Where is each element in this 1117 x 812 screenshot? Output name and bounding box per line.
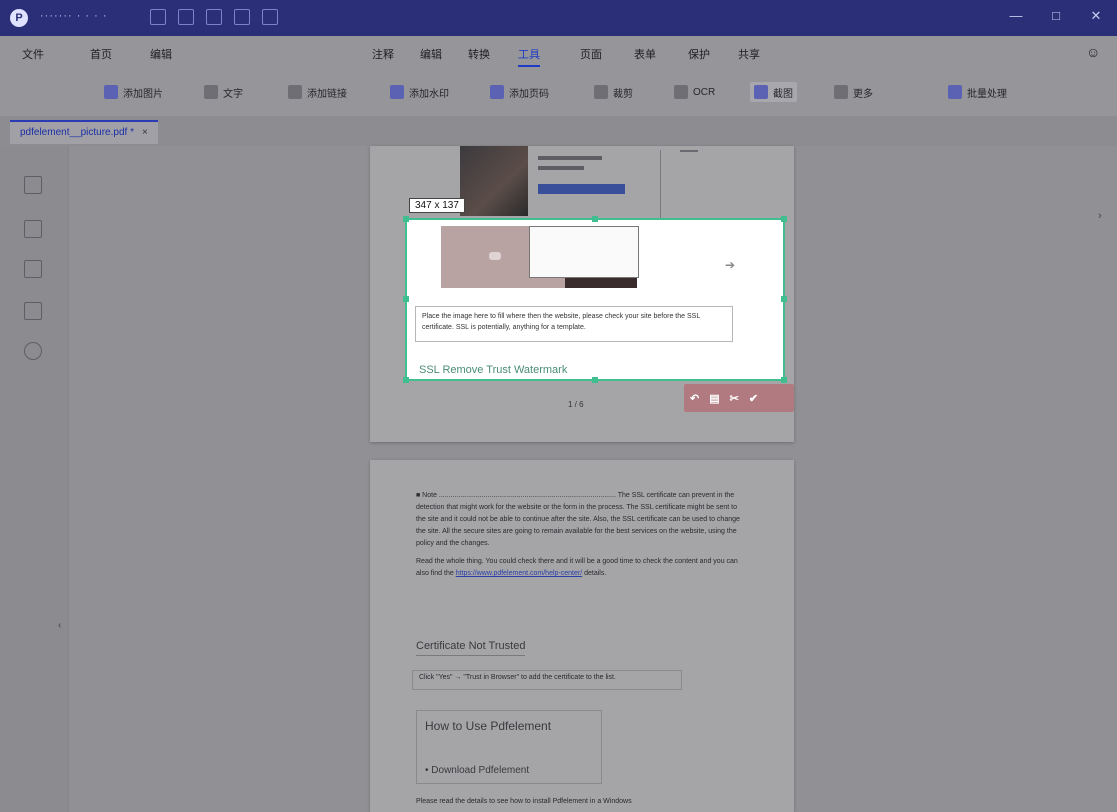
menu-convert[interactable]: 转换 xyxy=(468,46,490,62)
sidebox-line xyxy=(538,166,584,170)
share-icon[interactable] xyxy=(262,9,278,25)
resize-handle[interactable] xyxy=(781,296,787,302)
save-icon[interactable] xyxy=(150,9,166,25)
tab-close-icon[interactable]: × xyxy=(142,127,148,138)
quick-access-toolbar[interactable]: ······· · · · · xyxy=(40,10,108,22)
undo-icon[interactable] xyxy=(206,9,222,25)
menu-tools[interactable]: 工具 xyxy=(518,46,540,67)
resize-handle[interactable] xyxy=(403,377,409,383)
minimize-button[interactable]: — xyxy=(1007,8,1025,24)
screenshot-toolbar: ↶ ▤ ✂ ✔ xyxy=(684,384,794,412)
left-sidebar: ‹ xyxy=(0,146,69,812)
menu-bar: 文件 首页 编辑 注释 编辑 转换 工具 页面 表单 保护 共享 ☺ xyxy=(0,36,1117,70)
section-box: How to Use Pdfelement • Download Pdfelem… xyxy=(416,710,602,784)
page-sidebox xyxy=(538,150,630,210)
pagenum-icon xyxy=(490,85,504,99)
title-bar: P ······· · · · · — □ ✕ xyxy=(0,0,1117,36)
ocr-button[interactable]: OCR xyxy=(670,82,719,102)
resize-handle[interactable] xyxy=(592,216,598,222)
resize-handle[interactable] xyxy=(403,216,409,222)
menu-file[interactable]: 文件 xyxy=(22,46,44,62)
attachment-icon[interactable] xyxy=(24,302,42,320)
selection-dimensions: 347 x 137 xyxy=(409,198,465,213)
resize-handle[interactable] xyxy=(403,296,409,302)
add-text-button[interactable]: 文字 xyxy=(200,82,247,102)
close-button[interactable]: ✕ xyxy=(1087,8,1105,24)
expand-right-arrow-icon[interactable]: › xyxy=(1098,210,1102,222)
tab-document[interactable]: pdfelement__picture.pdf * × xyxy=(10,120,158,144)
document-tabs: pdfelement__picture.pdf * × xyxy=(0,116,1117,146)
search-icon[interactable] xyxy=(24,342,42,360)
more-icon xyxy=(834,85,848,99)
redo-icon[interactable] xyxy=(234,9,250,25)
menu-edit-2[interactable]: 编辑 xyxy=(420,46,442,62)
confirm-icon[interactable]: ✔ xyxy=(749,392,758,405)
text-icon xyxy=(204,85,218,99)
user-icon[interactable]: ☺ xyxy=(1086,44,1100,60)
tab-document-label: pdfelement__picture.pdf * xyxy=(20,127,134,138)
crop-button[interactable]: 裁剪 xyxy=(590,82,637,102)
menu-home[interactable]: 首页 xyxy=(90,46,112,62)
app-logo-icon: P xyxy=(10,9,28,27)
crop-icon xyxy=(594,85,608,99)
captured-image xyxy=(441,226,639,288)
paragraph: Read the whole thing. You could check th… xyxy=(416,558,738,577)
menu-edit[interactable]: 编辑 xyxy=(150,46,172,62)
resize-handle[interactable] xyxy=(781,216,787,222)
screenshot-icon xyxy=(754,85,768,99)
code-snippet: Click "Yes" → "Trust in Browser" to add … xyxy=(412,670,682,690)
more-button[interactable]: 更多 xyxy=(830,82,877,102)
screenshot-button[interactable]: 截图 xyxy=(750,82,797,102)
bookmark-icon[interactable] xyxy=(24,220,42,238)
link-icon xyxy=(288,85,302,99)
page-dash xyxy=(680,150,698,152)
add-link-button[interactable]: 添加链接 xyxy=(284,82,351,102)
add-image-button[interactable]: 添加图片 xyxy=(100,82,167,102)
screenshot-selection[interactable]: ➔ Place the image here to fill where the… xyxy=(403,216,787,383)
quick-access-icons xyxy=(150,9,278,25)
arrow-icon: ➔ xyxy=(725,258,736,272)
menu-form[interactable]: 表单 xyxy=(634,46,656,62)
page-image-thumbnail[interactable] xyxy=(460,146,528,216)
ssl-link[interactable]: SSL Remove Trust Watermark xyxy=(419,364,567,376)
batch-icon xyxy=(948,85,962,99)
sidebox-line xyxy=(538,156,603,160)
window-controls: — □ ✕ xyxy=(1007,8,1105,24)
add-pagenum-button[interactable]: 添加页码 xyxy=(486,82,553,102)
image-icon xyxy=(104,85,118,99)
thumbnail-icon[interactable] xyxy=(24,176,42,194)
help-link[interactable]: https://www.pdfelement.com/help-center/ xyxy=(456,570,582,577)
comment-panel-icon[interactable] xyxy=(24,260,42,278)
print-icon[interactable] xyxy=(178,9,194,25)
watermark-icon xyxy=(390,85,404,99)
ribbon-toolbar: 添加图片 文字 添加链接 添加水印 添加页码 裁剪 OCR 截图 更多 批量处理 xyxy=(0,70,1117,117)
captured-image-strip xyxy=(565,278,637,288)
menu-share[interactable]: 共享 xyxy=(738,46,760,62)
menu-protect[interactable]: 保护 xyxy=(688,46,710,62)
page-text-block: ■ Note .................................… xyxy=(416,490,742,586)
sidebox-bar xyxy=(538,184,626,194)
maximize-button[interactable]: □ xyxy=(1047,8,1065,24)
add-watermark-button[interactable]: 添加水印 xyxy=(386,82,453,102)
batch-button[interactable]: 批量处理 xyxy=(944,82,1011,102)
collapse-arrow-icon[interactable]: ‹ xyxy=(58,620,61,631)
captured-image-mark xyxy=(489,252,501,260)
menu-page[interactable]: 页面 xyxy=(580,46,602,62)
paragraph: ■ Note .................................… xyxy=(416,492,740,547)
cancel-icon[interactable]: ✂ xyxy=(730,392,739,405)
menu-comment[interactable]: 注释 xyxy=(372,46,394,62)
paragraph: Please read the details to see how to in… xyxy=(416,798,632,805)
undo-icon[interactable]: ↶ xyxy=(690,392,699,405)
resize-handle[interactable] xyxy=(592,377,598,383)
page-number: 1 / 6 xyxy=(568,400,584,409)
captured-quote: Place the image here to fill where then … xyxy=(415,306,733,342)
resize-handle[interactable] xyxy=(781,377,787,383)
section-subitem: • Download Pdfelement xyxy=(425,765,530,776)
section-heading: Certificate Not Trusted xyxy=(416,640,526,656)
captured-image-panel xyxy=(529,226,639,278)
ocr-icon xyxy=(674,85,688,99)
section-heading: How to Use Pdfelement xyxy=(425,719,552,733)
save-icon[interactable]: ▤ xyxy=(709,392,719,405)
